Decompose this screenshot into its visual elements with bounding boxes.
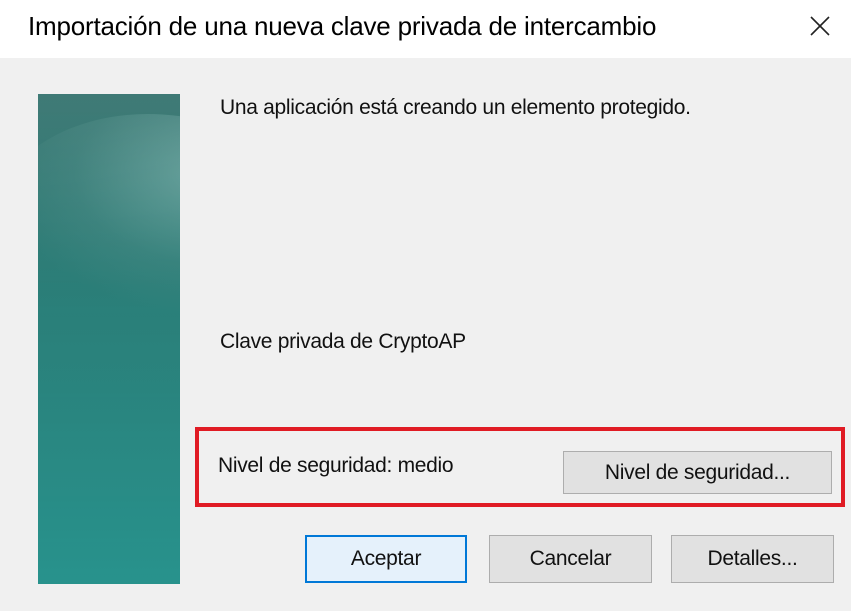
title-bar: Importación de una nueva clave privada d… [0, 0, 851, 58]
dialog-body: Una aplicación está creando un elemento … [0, 58, 851, 611]
cancel-button[interactable]: Cancelar [489, 535, 652, 583]
close-icon [810, 16, 830, 36]
ok-button[interactable]: Aceptar [305, 535, 467, 583]
dialog-window: Importación de una nueva clave privada d… [0, 0, 851, 611]
close-button[interactable] [800, 6, 840, 46]
ok-button-label: Aceptar [350, 547, 422, 570]
key-name-label: Clave privada de CryptoAP [220, 330, 466, 353]
security-level-label: Nivel de seguridad: medio [218, 454, 454, 477]
details-button[interactable]: Detalles... [671, 535, 834, 583]
window-title: Importación de una nueva clave privada d… [28, 11, 657, 41]
security-level-button[interactable]: Nivel de seguridad... [563, 451, 832, 494]
side-banner-image [38, 94, 180, 584]
info-message: Una aplicación está creando un elemento … [220, 96, 691, 119]
